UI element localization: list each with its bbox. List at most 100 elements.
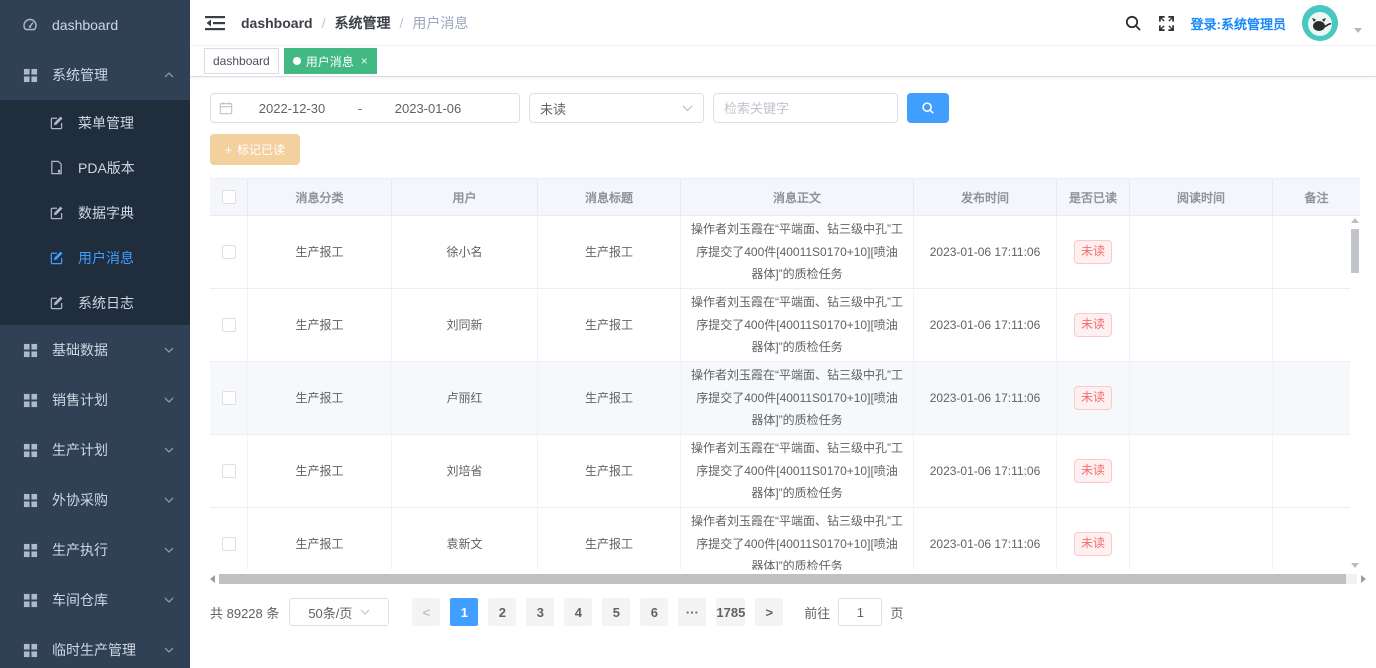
chevron-up-icon [164, 72, 174, 78]
cell-body: 操作者刘玉霞在“平端面、钻三级中孔”工序提交了400件[40011S0170+1… [681, 216, 914, 288]
table-body: 生产报工 徐小名 生产报工 操作者刘玉霞在“平端面、钻三级中孔”工序提交了400… [210, 216, 1350, 570]
cell-user: 刘培省 [392, 435, 538, 507]
breadcrumb-system-mgmt[interactable]: 系统管理 [334, 13, 390, 33]
hamburger-icon[interactable] [205, 13, 225, 33]
sidebar-item-system-logs[interactable]: 系统日志 [0, 280, 190, 325]
page-button-4[interactable]: 4 [564, 598, 592, 626]
row-checkbox[interactable] [222, 464, 236, 478]
read-status-select[interactable]: 未读 [529, 93, 704, 123]
cell-read-status: 未读 [1057, 508, 1130, 570]
sidebar-item-dashboard[interactable]: dashboard [0, 0, 190, 50]
sidebar-item-production-exec[interactable]: 生产执行 [0, 525, 190, 575]
horizontal-scrollbar-track[interactable] [219, 574, 1357, 584]
tab-dashboard[interactable]: dashboard [204, 48, 279, 74]
search-button[interactable] [907, 93, 949, 123]
cell-read-time [1130, 362, 1273, 434]
row-checkbox[interactable] [222, 537, 236, 551]
sidebar-item-system-mgmt[interactable]: 系统管理 [0, 50, 190, 100]
start-date-input[interactable] [237, 101, 347, 116]
scroll-left-arrow-icon[interactable] [210, 575, 215, 583]
horizontal-scrollbar[interactable] [210, 574, 1366, 584]
plus-icon: + [225, 143, 232, 157]
next-page-button[interactable]: > [755, 598, 783, 626]
table-row[interactable]: 生产报工 刘培省 生产报工 操作者刘玉霞在“平端面、钻三级中孔”工序提交了400… [210, 435, 1350, 508]
row-checkbox[interactable] [222, 245, 236, 259]
cell-user: 徐小名 [392, 216, 538, 288]
goto-unit-label: 页 [890, 603, 903, 622]
table-row[interactable]: 生产报工 徐小名 生产报工 操作者刘玉霞在“平端面、钻三级中孔”工序提交了400… [210, 216, 1350, 289]
page-button-5[interactable]: 5 [602, 598, 630, 626]
keyword-search-input[interactable] [713, 93, 898, 123]
page-button-1[interactable]: 1 [450, 598, 478, 626]
edit-icon [48, 115, 64, 131]
cell-read-time [1130, 435, 1273, 507]
chevron-down-icon[interactable] [1354, 28, 1362, 33]
status-badge: 未读 [1074, 532, 1112, 555]
login-user-label: 登录:系统管理员 [1191, 14, 1286, 33]
sidebar-item-workshop-warehouse[interactable]: 车间仓库 [0, 575, 190, 625]
page-button-3[interactable]: 3 [526, 598, 554, 626]
close-icon[interactable]: × [361, 55, 368, 67]
table-row[interactable]: 生产报工 袁新文 生产报工 操作者刘玉霞在“平端面、钻三级中孔”工序提交了400… [210, 508, 1350, 570]
search-icon[interactable] [1124, 14, 1142, 32]
tab-user-messages[interactable]: 用户消息 × [284, 48, 377, 74]
table-row[interactable]: 生产报工 刘同新 生产报工 操作者刘玉霞在“平端面、钻三级中孔”工序提交了400… [210, 289, 1350, 362]
mark-read-label: 标记已读 [237, 141, 285, 158]
horizontal-scrollbar-thumb[interactable] [219, 574, 1346, 584]
breadcrumb-dashboard[interactable]: dashboard [241, 15, 313, 31]
grid-icon [22, 492, 38, 508]
cell-category: 生产报工 [248, 289, 392, 361]
page-content: - 未读 + [190, 77, 1376, 626]
sidebar-item-label: dashboard [52, 17, 118, 33]
cell-remark [1273, 435, 1350, 507]
sidebar-item-outsourcing[interactable]: 外协采购 [0, 475, 190, 525]
scroll-up-arrow-icon[interactable] [1351, 218, 1359, 223]
sidebar-item-data-dictionary[interactable]: 数据字典 [0, 190, 190, 235]
dashboard-icon [22, 17, 38, 33]
end-date-input[interactable] [373, 101, 483, 116]
sidebar-item-label: 生产执行 [52, 540, 108, 560]
column-header: 发布时间 [914, 179, 1057, 215]
status-badge: 未读 [1074, 459, 1112, 482]
sidebar-submenu-system: 菜单管理 PDA版本 数据字典 用户消息 [0, 100, 190, 325]
scroll-down-arrow-icon[interactable] [1351, 563, 1359, 568]
goto-page-input[interactable] [838, 598, 882, 626]
prev-page-button[interactable]: < [412, 598, 440, 626]
sidebar-item-sales-plan[interactable]: 销售计划 [0, 375, 190, 425]
user-avatar[interactable] [1302, 5, 1338, 41]
grid-icon [22, 442, 38, 458]
page-size-select[interactable]: 50条/页 [289, 598, 389, 626]
more-pages-button[interactable]: ··· [678, 598, 706, 626]
sidebar-item-base-data[interactable]: 基础数据 [0, 325, 190, 375]
page-button-2[interactable]: 2 [488, 598, 516, 626]
page-button-6[interactable]: 6 [640, 598, 668, 626]
sidebar-item-pda-version[interactable]: PDA版本 [0, 145, 190, 190]
vertical-scrollbar[interactable] [1350, 216, 1360, 570]
select-all-checkbox[interactable] [222, 190, 236, 204]
sidebar-item-label: 菜单管理 [78, 113, 134, 133]
sidebar-item-menu-mgmt[interactable]: 菜单管理 [0, 100, 190, 145]
sidebar-item-label: 临时生产管理 [52, 640, 136, 660]
column-header: 消息正文 [681, 179, 914, 215]
cell-remark [1273, 362, 1350, 434]
status-badge: 未读 [1074, 240, 1112, 263]
sidebar-item-temp-production[interactable]: 临时生产管理 [0, 625, 190, 668]
cell-title: 生产报工 [538, 362, 681, 434]
sidebar-item-production-plan[interactable]: 生产计划 [0, 425, 190, 475]
vertical-scrollbar-thumb[interactable] [1351, 229, 1359, 273]
cell-read-time [1130, 216, 1273, 288]
fullscreen-icon[interactable] [1158, 15, 1175, 32]
scroll-right-arrow-icon[interactable] [1361, 575, 1366, 583]
page-button-1785[interactable]: 1785 [716, 598, 745, 626]
mark-read-button[interactable]: + 标记已读 [210, 134, 300, 165]
column-header: 消息分类 [248, 179, 392, 215]
sidebar-item-user-messages[interactable]: 用户消息 [0, 235, 190, 280]
chevron-down-icon [164, 647, 174, 653]
sidebar-item-label: 车间仓库 [52, 590, 108, 610]
table-row[interactable]: 生产报工 卢丽红 生产报工 操作者刘玉霞在“平端面、钻三级中孔”工序提交了400… [210, 362, 1350, 435]
tab-label: dashboard [213, 54, 270, 68]
row-checkbox[interactable] [222, 391, 236, 405]
date-range-picker[interactable]: - [210, 93, 520, 123]
row-checkbox[interactable] [222, 318, 236, 332]
column-header: 备注 [1273, 179, 1360, 215]
